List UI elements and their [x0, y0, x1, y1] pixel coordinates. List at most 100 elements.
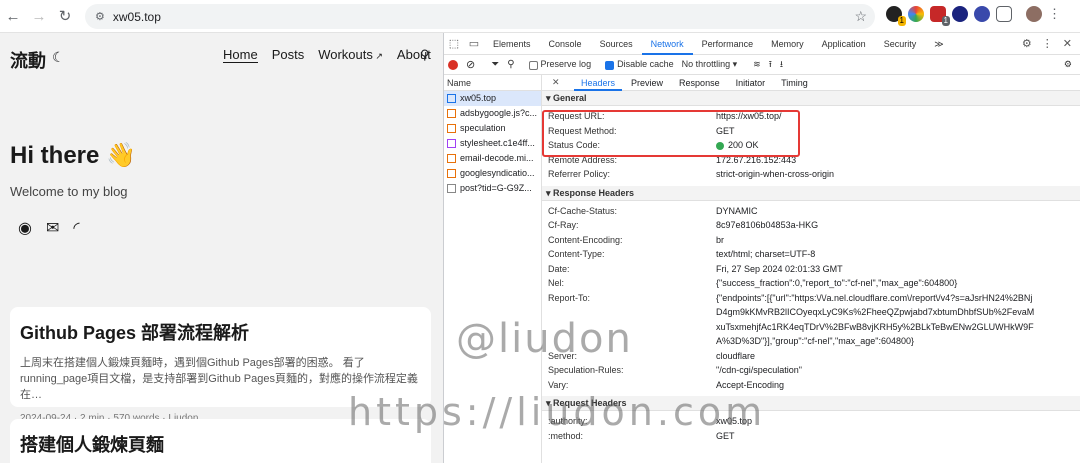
- tab-response[interactable]: Response: [672, 75, 727, 91]
- theme-toggle-moon-icon[interactable]: ☾: [52, 49, 65, 66]
- request-name: googlesyndicatio...: [460, 168, 535, 178]
- disable-cache-checkbox[interactable]: Disable cache: [605, 59, 674, 70]
- nav-workouts[interactable]: Workouts ↗: [318, 47, 383, 63]
- hero-title: Hi there 👋: [10, 142, 136, 169]
- hero-subtitle: Welcome to my blog: [10, 184, 128, 199]
- tab-timing[interactable]: Timing: [774, 75, 815, 91]
- header-row: Nel: {"success_fraction":0,"report_to":"c…: [542, 276, 1080, 291]
- header-row: Referrer Policy: strict-origin-when-cross…: [542, 167, 1080, 182]
- stylesheet-file-icon: [447, 139, 456, 148]
- tab-preview[interactable]: Preview: [624, 75, 670, 91]
- forward-icon[interactable]: →: [26, 3, 52, 29]
- header-key: Speculation-Rules:: [548, 365, 624, 375]
- request-row[interactable]: speculation: [444, 121, 541, 136]
- address-bar[interactable]: ⚙ xw05.top ☆: [85, 4, 875, 29]
- mail-icon[interactable]: ✉: [46, 218, 59, 238]
- header-value: 8c97e8106b04853a-HKG: [716, 220, 819, 230]
- device-toolbar-icon[interactable]: ▭: [464, 37, 484, 50]
- import-har-icon[interactable]: ⭱: [769, 57, 772, 73]
- more-menu-icon[interactable]: ⋮: [1048, 6, 1061, 22]
- tab-initiator[interactable]: Initiator: [729, 75, 773, 91]
- address-url[interactable]: xw05.top: [113, 10, 161, 24]
- site-logo[interactable]: 流動: [10, 47, 46, 73]
- more-menu-icon[interactable]: ⋮: [1042, 37, 1053, 50]
- header-row: Cf-Ray: 8c97e8106b04853a-HKG: [542, 218, 1080, 233]
- header-row: Speculation-Rules: "/cdn-cgi/speculation": [542, 363, 1080, 378]
- request-row[interactable]: stylesheet.c1e4ff...: [444, 136, 541, 151]
- post-title[interactable]: Github Pages 部署流程解析: [20, 319, 421, 345]
- header-value: br: [716, 234, 725, 245]
- github-icon[interactable]: ◉: [18, 218, 32, 238]
- close-detail-icon[interactable]: ✕: [552, 77, 572, 88]
- response-headers-section-header[interactable]: ▾ Response Headers: [542, 185, 1080, 201]
- name-column-header[interactable]: Name: [444, 75, 541, 91]
- back-icon[interactable]: ←: [0, 3, 26, 29]
- script-file-icon: [447, 109, 456, 118]
- close-icon[interactable]: ✕: [1063, 37, 1072, 50]
- checkbox-box: [605, 60, 615, 70]
- header-value: text/html; charset=UTF-8: [716, 249, 816, 259]
- tab-elements[interactable]: Elements: [484, 33, 540, 55]
- tab-security[interactable]: Security: [875, 33, 926, 55]
- filter-icon[interactable]: ⏷: [491, 59, 499, 70]
- inspect-element-icon[interactable]: ⬚: [444, 37, 464, 50]
- extension-icon-5[interactable]: [974, 6, 990, 22]
- post-title[interactable]: 搭建個人鍛煉頁麵: [20, 431, 421, 457]
- header-key: Cf-Cache-Status:: [548, 205, 618, 216]
- reload-icon[interactable]: ↻: [52, 3, 78, 29]
- record-icon[interactable]: [448, 59, 458, 70]
- clear-icon[interactable]: ⊘: [466, 58, 475, 71]
- more-tabs-icon[interactable]: ≫: [925, 33, 952, 55]
- site-info-icon[interactable]: ⚙: [95, 10, 105, 23]
- tab-application[interactable]: Application: [813, 33, 875, 55]
- request-row[interactable]: adsbygoogle.js?c...: [444, 106, 541, 121]
- network-settings-icon[interactable]: ⚙: [1064, 59, 1072, 70]
- top-nav: Home Posts Workouts ↗ About: [223, 47, 431, 63]
- tab-headers[interactable]: Headers: [574, 75, 623, 91]
- extension-icon-3[interactable]: 1: [930, 6, 950, 26]
- header-value: {"success_fraction":0,"report_to":"cf-ne…: [716, 278, 958, 288]
- throttling-select[interactable]: No throttling ▾: [682, 59, 738, 70]
- header-row: Content-Type: text/html; charset=UTF-8: [542, 247, 1080, 262]
- rss-icon[interactable]: ◜: [73, 218, 79, 238]
- request-row[interactable]: xw05.top: [444, 91, 541, 106]
- header-key: Nel:: [548, 278, 565, 288]
- request-name: stylesheet.c1e4ff...: [460, 138, 535, 148]
- disable-cache-label: Disable cache: [617, 59, 674, 70]
- request-row[interactable]: post?tid=G-G9Z...: [444, 181, 541, 196]
- search-icon[interactable]: ⚲: [507, 59, 514, 70]
- highlight-box: [542, 110, 800, 157]
- nav-posts[interactable]: Posts: [272, 47, 305, 63]
- export-har-icon[interactable]: ⭳: [780, 57, 783, 73]
- settings-gear-icon[interactable]: ⚙: [1022, 37, 1032, 50]
- extension-icon-1[interactable]: 1: [886, 6, 906, 26]
- request-row[interactable]: email-decode.mi...: [444, 151, 541, 166]
- preserve-log-checkbox[interactable]: Preserve log: [528, 59, 591, 70]
- extensions-puzzle-icon[interactable]: [996, 6, 1012, 22]
- tab-performance[interactable]: Performance: [693, 33, 763, 55]
- response-headers-section: Cf-Cache-Status: DYNAMIC Cf-Ray: 8c97e8106…: [542, 201, 1080, 393]
- network-toolbar: ⊘ ⏷ ⚲ Preserve log Disable cache No thro…: [444, 55, 1080, 75]
- header-row: Content-Encoding: br: [542, 233, 1080, 248]
- header-value: DYNAMIC: [716, 205, 758, 216]
- browser-toolbar: ← → ↻ ⚙ xw05.top ☆ 1 1 ⋮: [0, 0, 1080, 33]
- request-row[interactable]: googlesyndicatio...: [444, 166, 541, 181]
- tab-console[interactable]: Console: [540, 33, 591, 55]
- tab-memory[interactable]: Memory: [762, 33, 813, 55]
- checkbox-box: [528, 60, 538, 70]
- extensions-area: 1 1 ⋮: [886, 6, 1061, 26]
- bookmark-star-icon[interactable]: ☆: [854, 8, 867, 25]
- request-name: post?tid=G-G9Z...: [460, 183, 532, 193]
- tab-sources[interactable]: Sources: [591, 33, 642, 55]
- watermark-handle: @liudon: [456, 316, 633, 362]
- profile-avatar[interactable]: [1026, 6, 1042, 22]
- general-section-header[interactable]: ▾ General: [542, 91, 1080, 106]
- header-row: Cf-Cache-Status: DYNAMIC: [542, 204, 1080, 219]
- script-file-icon: [447, 124, 456, 133]
- tab-network[interactable]: Network: [641, 33, 693, 55]
- extension-icon-2[interactable]: [908, 6, 924, 22]
- search-icon[interactable]: ⚲: [420, 47, 430, 63]
- extension-icon-4[interactable]: [952, 6, 968, 22]
- network-conditions-icon[interactable]: ≋: [753, 59, 761, 70]
- nav-home[interactable]: Home: [223, 47, 258, 63]
